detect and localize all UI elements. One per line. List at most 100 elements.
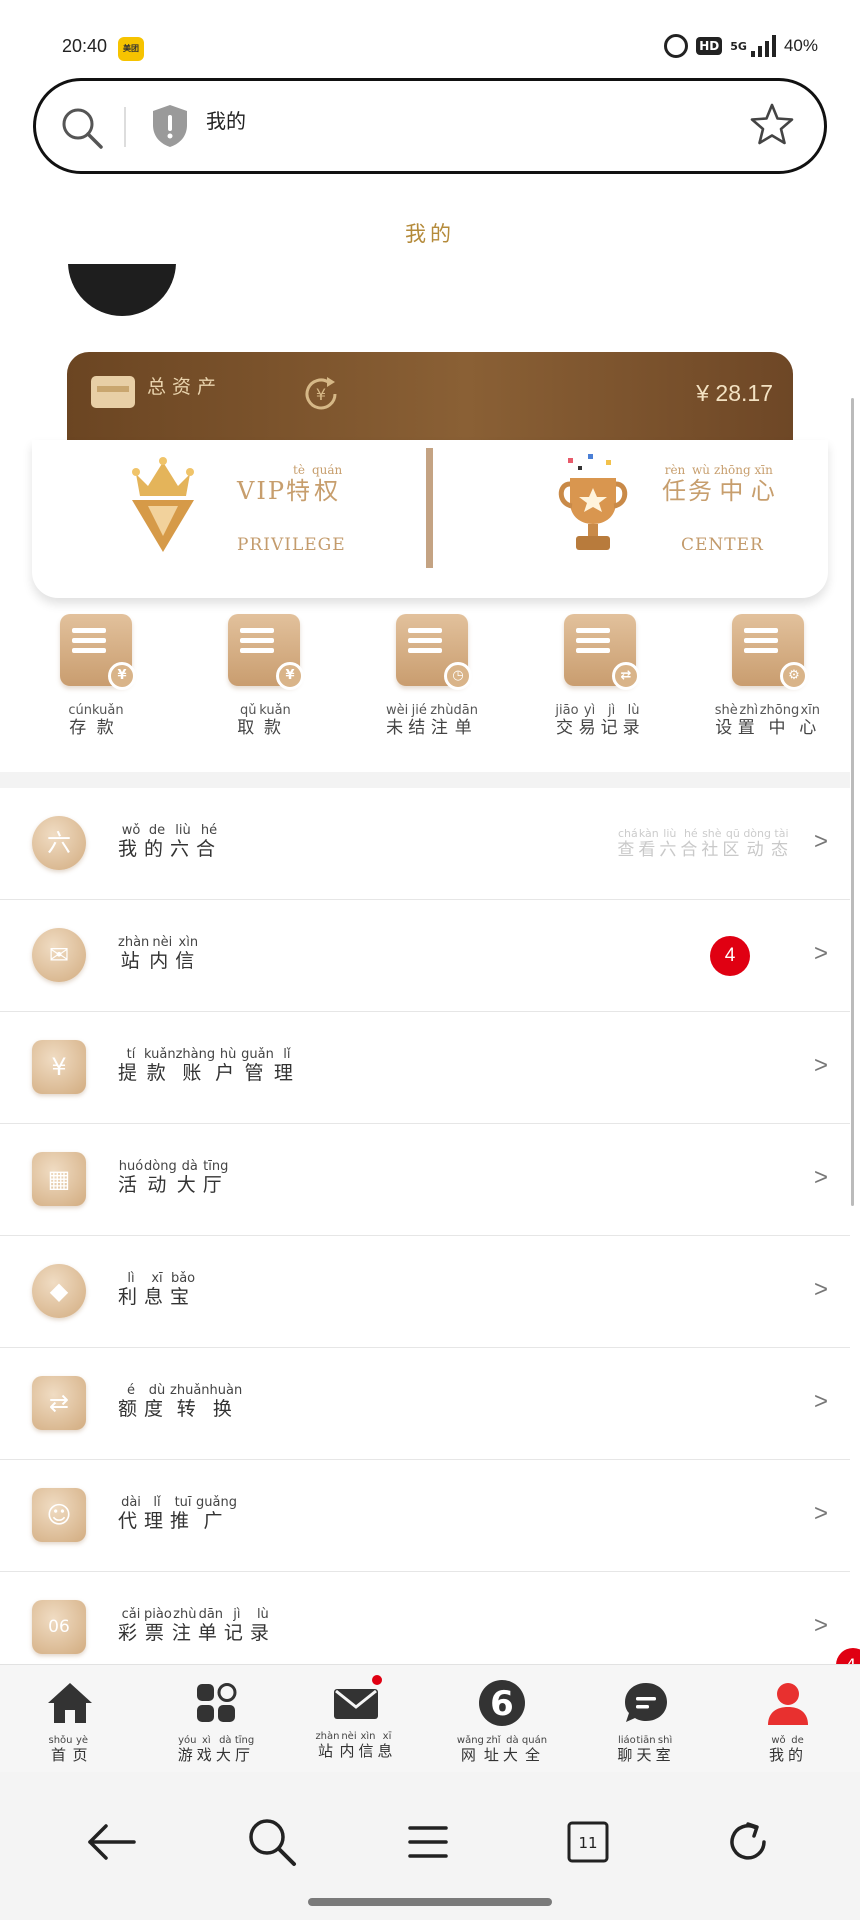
avatar[interactable] — [68, 264, 176, 318]
menu-label-withdraw-accounts: 提tí款kuǎn账zhàng户hù管guǎn理lǐ — [118, 1047, 300, 1084]
withdraw-button[interactable]: ¥ 取qǔ款kuǎn — [180, 612, 348, 738]
chevron-right-icon: > — [813, 1612, 828, 1639]
menu-label-my-liuhe: 我wǒ的de六liù合hé — [118, 823, 223, 860]
unsettled-bets-button[interactable]: ◷ 未wèi结jié注zhù单dān — [348, 612, 516, 738]
task-center-subtitle: CENTER — [681, 535, 764, 555]
menu-label-lottery-records: 彩cǎi票piào注zhù单dān记jì录lù — [118, 1607, 276, 1644]
games-icon — [197, 1683, 237, 1722]
tab-home[interactable]: 首shǒu页yè — [0, 1679, 140, 1765]
total-assets-label: 总资产 — [147, 372, 222, 399]
status-time: 20:40 — [62, 36, 108, 56]
menu-item-inbox[interactable]: ✉ 站zhàn内nèi信xìn 4 > — [0, 900, 850, 1012]
task-center-title: 任rèn务wù中zhōng心xīn — [662, 463, 777, 506]
search-icon[interactable] — [242, 1812, 302, 1872]
shield-warning-icon[interactable] — [150, 103, 190, 149]
liuhe-icon: 六 — [32, 816, 86, 870]
deposit-button[interactable]: ¥ 存cún款kuǎn — [12, 612, 180, 738]
menu-item-interest[interactable]: ◆ 利lì息xī宝bǎo > — [0, 1236, 850, 1348]
tab-label-home: 首shǒu页yè — [48, 1735, 92, 1764]
transactions-button[interactable]: ⇄ 交jiāo易yì记jì录lù — [516, 612, 684, 738]
home-icon — [48, 1683, 92, 1723]
vip-subtitle: PRIVILEGE — [237, 535, 346, 555]
user-icon — [768, 1683, 808, 1725]
money-bag-icon: ¥ — [32, 1040, 86, 1094]
page-title: 我的 — [0, 218, 860, 248]
menu-item-withdraw-accounts[interactable]: ¥ 提tí款kuǎn账zhàng户hù管guǎn理lǐ > — [0, 1012, 850, 1124]
menu-item-activities[interactable]: ▦ 活huó动dòng大dà厅tīng > — [0, 1124, 850, 1236]
feature-divider — [426, 448, 433, 568]
transfer-icon: ⇄ — [32, 1376, 86, 1430]
settings-icon: ⚙ — [732, 614, 808, 690]
svg-text:6: 6 — [490, 1684, 514, 1724]
vip-title: VIP特tè权quán — [237, 463, 343, 505]
unread-count-badge: 4 — [710, 936, 750, 976]
unsettled-bets-icon: ◷ — [396, 614, 472, 690]
refresh-icon[interactable] — [718, 1812, 778, 1872]
tab-label-chat: 聊liáo天tiān室shì — [617, 1735, 675, 1764]
chevron-right-icon: > — [813, 1500, 828, 1527]
menu-label-inbox: 站zhàn内nèi信xìn — [118, 935, 202, 972]
tab-me[interactable]: 我wǒ的de — [718, 1679, 858, 1765]
tab-chat[interactable]: 聊liáo天tiān室shì — [576, 1679, 716, 1765]
scrollbar[interactable] — [851, 398, 854, 1206]
tab-count: 11 — [578, 1834, 597, 1852]
new-message-dot — [372, 1675, 382, 1685]
deposit-label: 存cún款kuǎn — [68, 703, 124, 738]
back-arrow-icon[interactable] — [82, 1812, 142, 1872]
menu-hint: 查chá看kàn六liù合hé社shè区qū动dòng态tài — [617, 827, 792, 860]
tabs-icon: 11 — [567, 1821, 609, 1863]
task-center-button[interactable]: 任rèn务wù中zhōng心xīn CENTER — [442, 440, 812, 590]
chevron-right-icon: > — [813, 1276, 828, 1303]
menu-hint-text: 查chá看kàn六liù合hé社shè区qū动dòng态tài — [617, 827, 792, 860]
trophy-icon — [558, 454, 628, 550]
vip-title-ruby: 特tè权quán — [285, 463, 343, 505]
withdraw-label: 取qǔ款kuǎn — [237, 703, 291, 738]
menu-icon[interactable] — [398, 1812, 458, 1872]
tab-messages[interactable]: 站zhàn内nèi信xìn息xī — [286, 1675, 426, 1761]
messages-icon — [332, 1675, 382, 1727]
vip-crown-icon — [132, 457, 194, 552]
meituan-app-icon: 美团 — [118, 37, 144, 61]
menu-item-agent[interactable]: ☺ 代dài理lǐ推tuī广guǎng > — [0, 1460, 850, 1572]
menu-label-interest: 利lì息xī宝bǎo — [118, 1271, 197, 1308]
refresh-balance-icon[interactable]: ¥ — [301, 374, 341, 414]
chevron-right-icon: > — [813, 1388, 828, 1415]
svg-text:¥: ¥ — [316, 385, 326, 404]
chevron-right-icon: > — [813, 1052, 828, 1079]
tab-label-links: 网wǎng址zhǐ大dà全quán — [456, 1735, 548, 1764]
search-icon[interactable] — [60, 106, 104, 150]
status-bar: 20:40 美团 HD 5G 40% — [0, 0, 860, 78]
menu-item-my-liuhe[interactable]: 六 我wǒ的de六liù合hé 查chá看kàn六liù合hé社shè区qū动d… — [0, 788, 850, 900]
page-title-ruby: 我的 — [405, 222, 455, 246]
lottery-icon: 06 — [32, 1600, 86, 1654]
bottom-tab-bar: 首shǒu页yè 游yóu戏xì大dà厅tīng 站zhàn内nèi信xìn息x… — [0, 1664, 860, 1772]
transactions-icon: ⇄ — [564, 614, 640, 690]
task-center-ruby: 任rèn务wù中zhōng心xīn — [662, 463, 777, 505]
address-bar[interactable]: 我的 — [33, 78, 827, 174]
total-assets-amount: ¥ 28.17 — [696, 380, 773, 406]
address-bar-title: 我的 — [206, 105, 246, 134]
total-assets-card: 总资产 ¥ ¥ 28.17 — [67, 352, 793, 440]
battery-level: 40% — [783, 36, 818, 55]
vip-privilege-button[interactable]: VIP特tè权quán PRIVILEGE — [32, 440, 402, 590]
search-divider — [124, 107, 126, 147]
tab-games[interactable]: 游yóu戏xì大dà厅tīng — [146, 1679, 286, 1765]
unsettled-bets-label: 未wèi结jié注zhù单dān — [385, 703, 479, 738]
chevron-right-icon: > — [813, 1164, 828, 1191]
tab-label-games: 游yóu戏xì大dà厅tīng — [177, 1735, 255, 1764]
hd-icon: HD — [696, 37, 723, 55]
settings-button[interactable]: ⚙ 设shè置zhì中zhōng心xīn — [684, 612, 852, 738]
withdraw-icon: ¥ — [228, 614, 304, 690]
agent-icon: ☺ — [32, 1488, 86, 1542]
tab-links[interactable]: 6 网wǎng址zhǐ大dà全quán — [432, 1679, 572, 1765]
menu-item-transfer[interactable]: ⇄ 额é度dù转zhuǎn换huàn > — [0, 1348, 850, 1460]
tab-label-me: 我wǒ的de — [768, 1735, 808, 1764]
six-icon: 6 — [479, 1680, 525, 1726]
home-indicator[interactable] — [308, 1898, 552, 1906]
settings-label: 设shè置zhì中zhōng心xīn — [714, 703, 822, 738]
menu-list: 六 我wǒ的de六liù合hé 查chá看kàn六liù合hé社shè区qū动d… — [0, 788, 850, 1684]
bookmark-star-icon[interactable] — [748, 101, 796, 149]
tabs-button[interactable]: 11 — [558, 1812, 618, 1872]
total-assets-ruby: 总资产 — [147, 376, 223, 398]
diamond-icon: ◆ — [32, 1264, 86, 1318]
